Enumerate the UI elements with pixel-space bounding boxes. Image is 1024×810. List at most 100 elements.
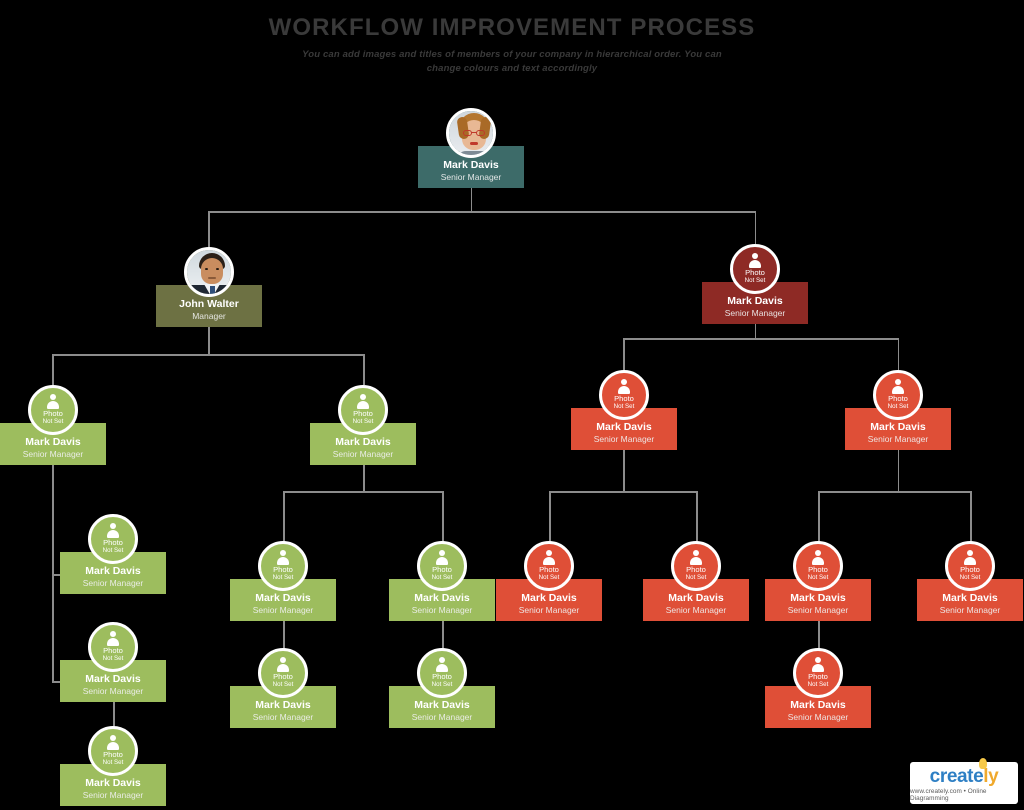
person-silhouette-icon	[811, 550, 826, 566]
org-node-name: Mark Davis	[85, 565, 141, 578]
connector-line	[818, 621, 820, 649]
connector-line	[970, 491, 972, 542]
org-node-title: Senior Manager	[593, 434, 655, 445]
avatar-placeholder-line2: Not Set	[887, 403, 909, 411]
avatar-placeholder-line2: Not Set	[42, 418, 64, 426]
org-node[interactable]: Mark Davis Senior Manager	[418, 108, 524, 188]
connector-line	[818, 491, 970, 493]
portrait-woman	[449, 111, 493, 155]
org-node[interactable]: Mark Davis Senior Manager Photo Not Set	[702, 244, 808, 324]
avatar-placeholder-line2: Not Set	[744, 277, 766, 285]
avatar-placeholder-line1: Photo	[888, 394, 908, 403]
person-silhouette-icon	[435, 550, 450, 566]
org-node-title: Senior Manager	[787, 605, 849, 616]
avatar-placeholder-line2: Not Set	[538, 574, 560, 582]
org-node-name: Mark Davis	[414, 699, 470, 712]
avatar-placeholder: Photo Not Set	[88, 726, 138, 776]
avatar-placeholder: Photo Not Set	[338, 385, 388, 435]
org-node-name: Mark Davis	[335, 436, 391, 449]
avatar-placeholder-line1: Photo	[614, 394, 634, 403]
avatar-placeholder: Photo Not Set	[417, 541, 467, 591]
avatar-placeholder-line1: Photo	[43, 409, 63, 418]
avatar-placeholder: Photo Not Set	[671, 541, 721, 591]
org-node[interactable]: Mark Davis Senior Manager Photo Not Set	[389, 648, 495, 728]
connector-line	[549, 491, 551, 542]
org-node[interactable]: Mark Davis Senior Manager Photo Not Set	[389, 541, 495, 621]
avatar-photo	[184, 247, 234, 297]
connector-line	[52, 354, 364, 356]
avatar-placeholder-line2: Not Set	[272, 574, 294, 582]
org-node[interactable]: Mark Davis Senior Manager Photo Not Set	[496, 541, 602, 621]
page-title: WORKFLOW IMPROVEMENT PROCESS	[268, 14, 756, 41]
connector-line	[754, 324, 756, 339]
avatar-placeholder: Photo Not Set	[417, 648, 467, 698]
creately-logo[interactable]: creately www.creately.com • Online Diagr…	[910, 757, 1018, 804]
person-silhouette-icon	[963, 550, 978, 566]
connector-line	[442, 621, 444, 649]
avatar-placeholder: Photo Not Set	[88, 514, 138, 564]
person-silhouette-icon	[46, 394, 61, 410]
org-node-title: Senior Manager	[82, 686, 144, 697]
connector-line	[549, 491, 697, 493]
org-node-name: Mark Davis	[255, 592, 311, 605]
person-silhouette-icon	[891, 379, 906, 395]
page-subtitle: You can add images and titles of members…	[302, 48, 722, 75]
avatar-placeholder: Photo Not Set	[258, 541, 308, 591]
person-silhouette-icon	[542, 550, 557, 566]
org-node-name: Mark Davis	[596, 421, 652, 434]
connector-line	[52, 354, 54, 385]
org-node[interactable]: Mark Davis Senior Manager Photo Not Set	[0, 385, 106, 465]
org-node[interactable]: Mark Davis Senior Manager Photo Not Set	[310, 385, 416, 465]
person-silhouette-icon	[617, 379, 632, 395]
org-node[interactable]: Mark Davis Senior Manager Photo Not Set	[845, 370, 951, 450]
org-node-name: Mark Davis	[790, 699, 846, 712]
person-silhouette-icon	[276, 657, 291, 673]
org-node-title: Manager	[192, 311, 226, 322]
org-node[interactable]: John Walter Manager	[156, 247, 262, 327]
org-node[interactable]: Mark Davis Senior Manager Photo Not Set	[765, 541, 871, 621]
avatar-placeholder-line1: Photo	[432, 672, 452, 681]
avatar-placeholder: Photo Not Set	[873, 370, 923, 420]
creately-wordmark: creately	[929, 757, 999, 787]
org-node[interactable]: Mark Davis Senior Manager Photo Not Set	[230, 541, 336, 621]
org-node-name: Mark Davis	[414, 592, 470, 605]
avatar-placeholder: Photo Not Set	[599, 370, 649, 420]
org-node-name: Mark Davis	[443, 159, 499, 172]
org-node-title: Senior Manager	[252, 712, 314, 723]
avatar-placeholder: Photo Not Set	[524, 541, 574, 591]
org-node[interactable]: Mark Davis Senior Manager Photo Not Set	[60, 514, 166, 594]
org-node[interactable]: Mark Davis Senior Manager Photo Not Set	[765, 648, 871, 728]
avatar-placeholder-line2: Not Set	[352, 418, 374, 426]
org-node-title: Senior Manager	[665, 605, 727, 616]
creately-wordmark-create: create	[929, 765, 984, 787]
connector-line	[283, 621, 285, 649]
org-node-title: Senior Manager	[252, 605, 314, 616]
person-silhouette-icon	[276, 550, 291, 566]
connector-line	[363, 354, 365, 385]
org-node[interactable]: Mark Davis Senior Manager Photo Not Set	[60, 622, 166, 702]
org-node[interactable]: Mark Davis Senior Manager Photo Not Set	[917, 541, 1023, 621]
connector-line	[52, 465, 54, 575]
org-node[interactable]: Mark Davis Senior Manager Photo Not Set	[571, 370, 677, 450]
connector-line	[442, 491, 444, 542]
connector-line	[696, 491, 698, 542]
org-node-name: Mark Davis	[790, 592, 846, 605]
connector-line	[208, 327, 210, 355]
person-silhouette-icon	[811, 657, 826, 673]
org-node[interactable]: Mark Davis Senior Manager Photo Not Set	[643, 541, 749, 621]
avatar-placeholder: Photo Not Set	[945, 541, 995, 591]
avatar-placeholder-line1: Photo	[273, 565, 293, 574]
org-node-title: Senior Manager	[82, 790, 144, 801]
connector-line	[897, 450, 899, 492]
org-node-title: Senior Manager	[787, 712, 849, 723]
avatar-placeholder-line2: Not Set	[102, 547, 124, 555]
org-node[interactable]: Mark Davis Senior Manager Photo Not Set	[230, 648, 336, 728]
connector-line	[208, 211, 210, 247]
connector-line	[363, 465, 365, 492]
org-node-title: Senior Manager	[22, 449, 84, 460]
avatar-placeholder-line2: Not Set	[685, 574, 707, 582]
org-node[interactable]: Mark Davis Senior Manager Photo Not Set	[60, 726, 166, 806]
avatar-placeholder-line1: Photo	[353, 409, 373, 418]
avatar-placeholder-line1: Photo	[273, 672, 293, 681]
org-node-title: Senior Manager	[939, 605, 1001, 616]
